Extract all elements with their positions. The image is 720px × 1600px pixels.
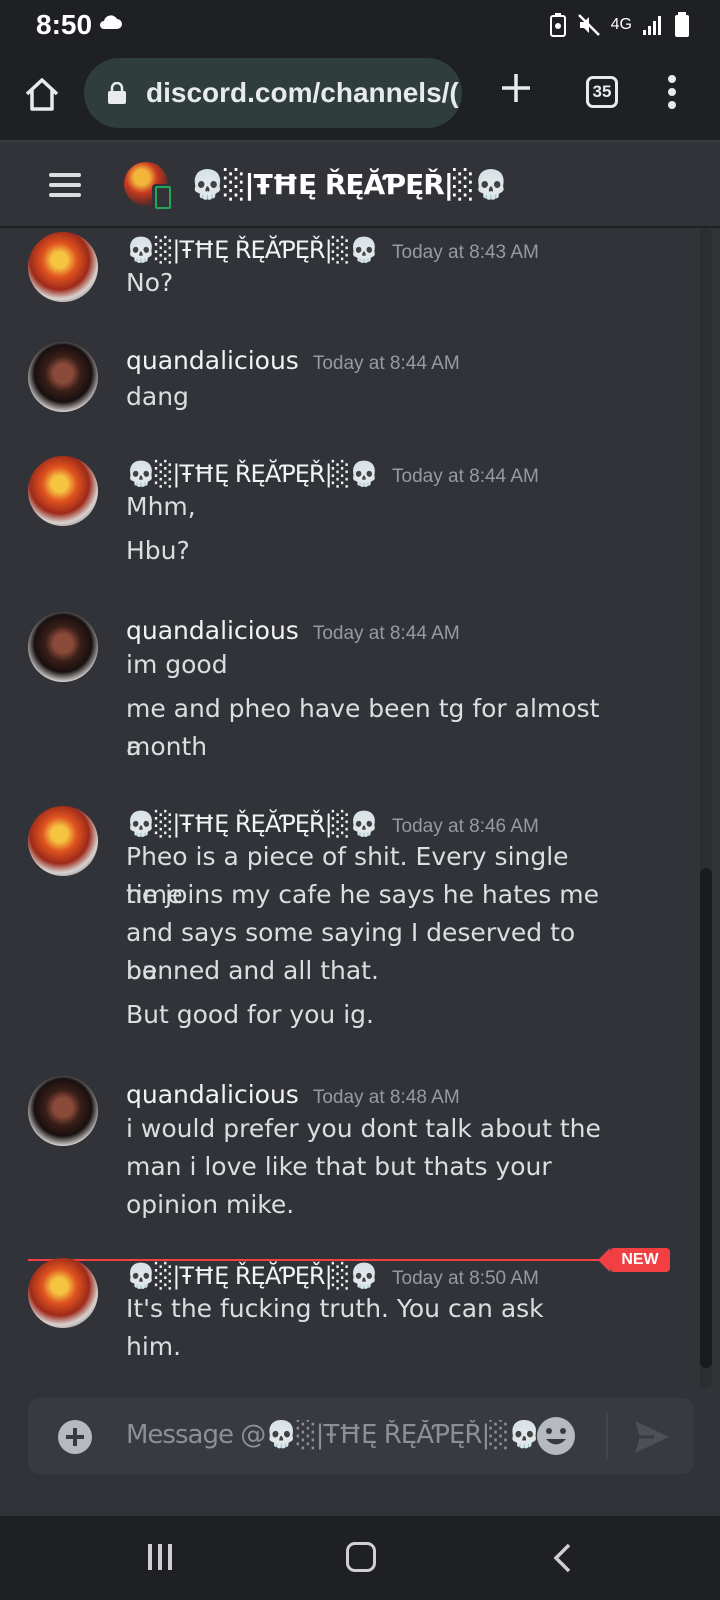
add-attachment-icon[interactable] (58, 1420, 92, 1454)
battery-saver-icon (549, 13, 566, 37)
author-name[interactable]: 💀░|ŦĦĘ ŘĘĂƤĘŘ|░💀 (126, 236, 379, 264)
dm-title[interactable]: 💀░|ŦĦĘ ŘĘĂƤĘŘ|░💀 (190, 168, 508, 201)
new-tab-icon[interactable] (498, 70, 534, 106)
message-header: quandalicious Today at 8:44 AM (126, 616, 460, 645)
message-input[interactable]: Message @💀░|ŦĦĘ ŘĘĂƤĘŘ|░💀 (126, 1420, 536, 1450)
status-bar: 8:50 4G (0, 0, 720, 50)
hamburger-menu-icon[interactable] (48, 170, 82, 200)
mute-icon (577, 14, 600, 36)
author-name[interactable]: quandalicious (126, 346, 299, 375)
message-text: month (126, 732, 208, 761)
author-name[interactable]: 💀░|ŦĦĘ ŘĘĂƤĘŘ|░💀 (126, 1262, 379, 1290)
message-composer: Message @💀░|ŦĦĘ ŘĘĂƤĘŘ|░💀 (28, 1398, 694, 1474)
emoji-icon[interactable] (536, 1416, 576, 1456)
mobile-status-icon (152, 184, 171, 209)
message-header: 💀░|ŦĦĘ ŘĘĂƤĘŘ|░💀 Today at 8:43 AM (126, 236, 539, 264)
android-nav-bar (0, 1516, 720, 1600)
author-name[interactable]: quandalicious (126, 1080, 299, 1109)
home-icon[interactable] (22, 74, 62, 114)
message-text: dang (126, 382, 189, 411)
avatar[interactable] (28, 342, 98, 412)
recent-apps-icon[interactable] (146, 1542, 174, 1572)
message-text: man i love like that but thats your (126, 1152, 552, 1181)
status-time: 8:50 (36, 9, 93, 40)
message-text: No? (126, 268, 174, 297)
cloud-icon (100, 15, 122, 29)
message-text: opinion mike. (126, 1190, 295, 1219)
message-header: quandalicious Today at 8:48 AM (126, 1080, 460, 1109)
message-header: quandalicious Today at 8:44 AM (126, 346, 460, 375)
lock-icon[interactable] (106, 82, 128, 104)
avatar[interactable] (28, 1258, 98, 1328)
new-messages-badge: NEW (598, 1248, 670, 1272)
message-text: im good (126, 650, 228, 679)
message-header: 💀░|ŦĦĘ ŘĘĂƤĘŘ|░💀 Today at 8:46 AM (126, 810, 539, 838)
back-icon[interactable] (552, 1542, 572, 1574)
message-text: he joins my cafe he says he hates me (126, 880, 599, 909)
message-text: Hbu? (126, 536, 190, 565)
avatar[interactable] (28, 806, 98, 876)
timestamp: Today at 8:50 AM (392, 1268, 539, 1289)
url-text[interactable]: discord.com/channels/( (146, 77, 459, 109)
scrollbar[interactable] (700, 228, 712, 1388)
message-text: i would prefer you dont talk about the (126, 1114, 601, 1143)
new-messages-divider (28, 1259, 662, 1261)
dm-header: 💀░|ŦĦĘ ŘĘĂƤĘŘ|░💀 (0, 144, 720, 228)
author-name[interactable]: quandalicious (126, 616, 299, 645)
avatar[interactable] (28, 612, 98, 682)
timestamp: Today at 8:48 AM (312, 1087, 460, 1108)
author-name[interactable]: 💀░|ŦĦĘ ŘĘĂƤĘŘ|░💀 (126, 460, 379, 488)
author-name[interactable]: 💀░|ŦĦĘ ŘĘĂƤĘŘ|░💀 (126, 810, 379, 838)
status-icons: 4G (549, 12, 690, 38)
timestamp: Today at 8:46 AM (392, 816, 539, 837)
address-bar[interactable]: discord.com/channels/( (84, 58, 462, 128)
home-button-icon[interactable] (346, 1542, 376, 1572)
avatar[interactable] (28, 232, 98, 302)
message-header: 💀░|ŦĦĘ ŘĘĂƤĘŘ|░💀 Today at 8:50 AM (126, 1262, 539, 1290)
timestamp: Today at 8:44 AM (392, 466, 539, 487)
more-options-icon[interactable] (662, 72, 682, 112)
avatar[interactable] (28, 456, 98, 526)
avatar[interactable] (28, 1076, 98, 1146)
timestamp: Today at 8:44 AM (312, 623, 460, 644)
tab-count-button[interactable]: 35 (586, 76, 618, 108)
message-text: But good for you ig. (126, 1000, 374, 1029)
timestamp: Today at 8:44 AM (312, 353, 460, 374)
composer-divider (606, 1412, 608, 1460)
message-text: banned and all that. (126, 956, 379, 985)
browser-toolbar: discord.com/channels/( 35 (0, 50, 720, 142)
signal-icon (643, 16, 661, 35)
send-icon[interactable] (632, 1418, 672, 1456)
message-header: 💀░|ŦĦĘ ŘĘĂƤĘŘ|░💀 Today at 8:44 AM (126, 460, 539, 488)
network-type-label: 4G (610, 16, 632, 33)
message-text: It's the fucking truth. You can ask him. (126, 1294, 544, 1361)
scrollbar-thumb[interactable] (700, 868, 712, 1368)
battery-icon (675, 12, 689, 37)
timestamp: Today at 8:43 AM (392, 242, 539, 263)
message-list[interactable]: 💀░|ŦĦĘ ŘĘĂƤĘŘ|░💀 Today at 8:43 AM No? qua… (0, 228, 720, 1388)
message-text: Mhm, (126, 492, 196, 521)
